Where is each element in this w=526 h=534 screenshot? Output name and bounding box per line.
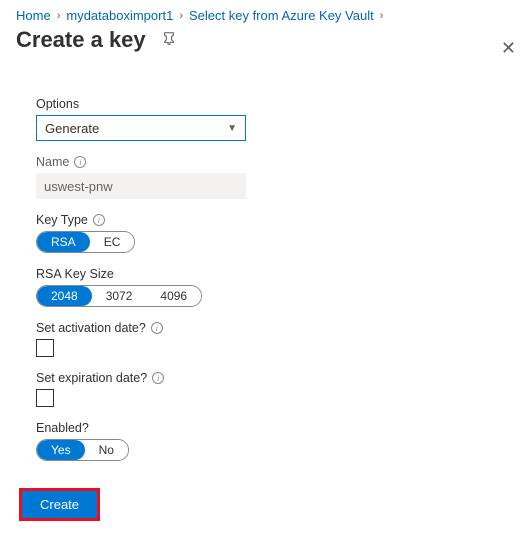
close-icon[interactable]: ✕ [501, 38, 516, 59]
activation-label: Set activation date? i [36, 321, 280, 335]
key-size-2048[interactable]: 2048 [37, 286, 92, 306]
chevron-right-icon: › [57, 10, 61, 22]
breadcrumb: Home › mydataboximport1 › Select key fro… [0, 0, 526, 23]
key-type-label-text: Key Type [36, 213, 88, 227]
field-key-size: RSA Key Size 2048 3072 4096 [36, 267, 280, 307]
key-type-ec[interactable]: EC [90, 232, 135, 252]
info-icon[interactable]: i [93, 214, 105, 226]
breadcrumb-resource[interactable]: mydataboximport1 [66, 8, 173, 23]
info-icon[interactable]: i [74, 156, 86, 168]
create-button[interactable]: Create [22, 491, 97, 518]
info-icon[interactable]: i [151, 322, 163, 334]
options-label: Options [36, 97, 280, 111]
activation-checkbox[interactable] [36, 339, 54, 357]
key-size-4096[interactable]: 4096 [146, 286, 201, 306]
field-expiration: Set expiration date? i [36, 371, 280, 407]
expiration-label: Set expiration date? i [36, 371, 280, 385]
field-activation: Set activation date? i [36, 321, 280, 357]
expiration-checkbox[interactable] [36, 389, 54, 407]
key-type-rsa[interactable]: RSA [37, 232, 90, 252]
options-value: Generate [45, 121, 99, 136]
enabled-no[interactable]: No [85, 440, 128, 460]
breadcrumb-home[interactable]: Home [16, 8, 51, 23]
expiration-label-text: Set expiration date? [36, 371, 147, 385]
key-size-3072[interactable]: 3072 [92, 286, 147, 306]
create-key-form: Options Generate ▼ Name i uswest-pnw Key… [0, 57, 280, 461]
chevron-down-icon: ▼ [227, 123, 237, 134]
name-label: Name i [36, 155, 280, 169]
page-title: Create a key [16, 27, 146, 53]
options-select[interactable]: Generate ▼ [36, 115, 246, 141]
field-enabled: Enabled? Yes No [36, 421, 280, 461]
pin-icon[interactable] [162, 31, 176, 49]
footer: Create [22, 491, 97, 518]
key-size-label: RSA Key Size [36, 267, 280, 281]
activation-label-text: Set activation date? [36, 321, 146, 335]
enabled-yes[interactable]: Yes [37, 440, 85, 460]
enabled-label: Enabled? [36, 421, 280, 435]
key-type-label: Key Type i [36, 213, 280, 227]
enabled-toggle: Yes No [36, 439, 129, 461]
key-size-toggle: 2048 3072 4096 [36, 285, 202, 307]
key-type-toggle: RSA EC [36, 231, 135, 253]
info-icon[interactable]: i [152, 372, 164, 384]
field-key-type: Key Type i RSA EC [36, 213, 280, 253]
field-name: Name i uswest-pnw [36, 155, 280, 199]
name-label-text: Name [36, 155, 69, 169]
breadcrumb-select-key[interactable]: Select key from Azure Key Vault [189, 8, 374, 23]
field-options: Options Generate ▼ [36, 97, 280, 141]
chevron-right-icon: › [179, 10, 183, 22]
chevron-right-icon: › [380, 10, 384, 22]
name-input[interactable]: uswest-pnw [36, 173, 246, 199]
page-header: Create a key [0, 23, 526, 57]
